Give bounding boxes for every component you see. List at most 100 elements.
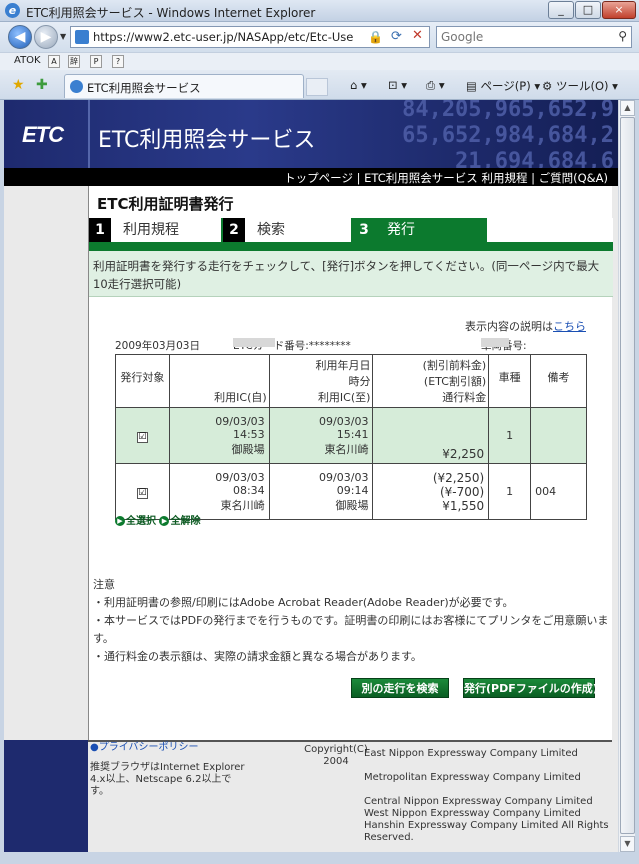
tools-menu-label: ツール(O): [555, 79, 609, 93]
vertical-scrollbar[interactable]: ▲ ▼: [618, 100, 635, 852]
page-menu-label: ページ(P): [480, 79, 531, 93]
scroll-thumb[interactable]: [620, 117, 635, 834]
cell-from-time: 08:34: [232, 483, 265, 497]
tools-menu[interactable]: ⚙ ツール(O) ▾: [542, 78, 618, 94]
favorites-star-icon[interactable]: ★: [12, 77, 25, 93]
notes-heading: 注意: [93, 578, 115, 591]
step-number: 1: [89, 218, 111, 242]
minimize-button[interactable]: _: [548, 1, 574, 19]
cell-note: [530, 407, 587, 464]
page-menu[interactable]: ▤ ページ(P) ▾: [466, 78, 540, 94]
explain-prefix: 表示内容の説明は: [465, 320, 553, 333]
cell-to: 09/03/03 09:14 御殿場: [268, 463, 374, 520]
copyright: Copyright(C) 2004: [304, 744, 368, 767]
header-date-line1: 利用年月日: [315, 359, 371, 372]
feeds-icon[interactable]: ⊡ ▾: [388, 78, 407, 92]
search-icon[interactable]: ⚲: [618, 29, 627, 43]
cell-from-date: 09/03/03: [215, 414, 265, 428]
issue-pdf-button[interactable]: 発行(PDFファイルの作成): [463, 678, 598, 698]
banner-digit-line: 21,694,684,6: [455, 149, 614, 168]
tab-etc[interactable]: ETC利用照会サービス: [64, 74, 304, 98]
row-checkbox[interactable]: ☑: [136, 431, 148, 443]
company-line: West Nippon Expressway Company Limited: [364, 808, 581, 819]
note-item: ・通行料金の表示額は、実際の請求金額と異なる場合があります。: [93, 650, 422, 663]
select-all-link[interactable]: ▶ 全選択: [115, 516, 156, 527]
deselect-all-link[interactable]: ▶ 全解除: [159, 516, 200, 527]
cell-to: 09/03/03 15:41 東名川崎: [268, 407, 374, 464]
search-input[interactable]: [437, 27, 597, 47]
search-other-button[interactable]: 別の走行を検索: [351, 678, 449, 698]
cell-fare: ¥2,250: [372, 407, 490, 464]
nav-faq[interactable]: ご質問(Q&A): [539, 171, 608, 185]
back-button[interactable]: ◀: [8, 25, 32, 49]
refresh-icon[interactable]: ⟳: [391, 29, 402, 44]
window-titlebar: e ETC利用照会サービス - Windows Internet Explore…: [0, 0, 639, 22]
close-button[interactable]: ×: [602, 1, 636, 19]
history-dropdown-icon[interactable]: ▼: [60, 32, 66, 41]
explain-line: 表示内容の説明はこちら: [465, 318, 586, 334]
table-row[interactable]: ☑ 09/03/03 14:53 御殿場 09/03/03 15:41 東名川崎…: [115, 407, 587, 464]
cell-to-ic: 東名川崎: [324, 442, 369, 456]
header-fare: (割引前料金) (ETC割引額) 通行料金: [372, 354, 490, 408]
header-type: 車種: [488, 354, 532, 408]
header-note: 備考: [530, 354, 587, 408]
issue-date: 2009年03月03日: [115, 340, 200, 352]
atok-tool-icon[interactable]: A: [48, 55, 60, 68]
step-number: 3: [353, 218, 375, 242]
banner-divider: [88, 100, 90, 168]
banner-digits: 84,205,965,652,9 65,652,984,684,2 21,694…: [402, 100, 614, 168]
cell-to-date: 09/03/03: [319, 470, 369, 484]
cell-type: 1: [488, 407, 532, 464]
atok-pad-icon[interactable]: P: [90, 55, 102, 68]
window-title: ETC利用照会サービス - Windows Internet Explorer: [26, 6, 316, 20]
company-line: Metropolitan Expressway Company Limited: [364, 772, 581, 783]
header-ic-to: 利用IC(至): [317, 391, 371, 404]
cell-from: 09/03/03 14:53 御殿場: [168, 407, 270, 464]
table-header-row: 発行対象 利用IC(自) 利用年月日 時分 利用IC(至) (割引前料金) (E…: [115, 354, 587, 408]
home-icon[interactable]: ⌂ ▾: [350, 78, 367, 92]
nav-separator: |: [356, 171, 361, 185]
add-favorite-icon[interactable]: ✚: [36, 77, 48, 93]
scroll-down-button[interactable]: ▼: [620, 836, 635, 852]
cell-fare-amount: ¥2,250: [442, 447, 485, 461]
cell-to-time: 15:41: [336, 427, 369, 441]
top-nav: トップページ | ETC利用照会サービス 利用規程 | ご質問(Q&A): [4, 168, 618, 186]
atok-dict-icon[interactable]: 辞: [68, 55, 80, 68]
masked-value: [233, 338, 275, 347]
search-box[interactable]: ⚲: [436, 26, 632, 48]
new-tab-button[interactable]: [306, 78, 328, 96]
company-line: [364, 760, 612, 772]
tab-page-icon: [70, 80, 83, 93]
note-item: ・利用証明書の参照/印刷にはAdobe Acrobat Reader(Adobe…: [93, 596, 514, 609]
cell-fare-before: (¥2,250): [432, 470, 485, 485]
stop-icon[interactable]: ✕: [412, 28, 423, 43]
lock-icon[interactable]: 🔒: [368, 30, 383, 44]
print-icon[interactable]: ⎙ ▾: [426, 78, 445, 93]
step-number: 2: [223, 218, 245, 242]
play-icon: ▶: [159, 516, 170, 526]
row-checkbox[interactable]: ☑: [136, 487, 148, 499]
atok-help-icon[interactable]: ?: [112, 55, 124, 68]
maximize-button[interactable]: □: [575, 1, 601, 19]
atok-label: ATOK: [14, 55, 41, 66]
nav-terms[interactable]: ETC利用照会サービス 利用規程: [364, 171, 527, 185]
cell-from-ic: 東名川崎: [220, 498, 265, 512]
step-search: 2 検索: [223, 218, 351, 242]
usage-table: 発行対象 利用IC(自) 利用年月日 時分 利用IC(至) (割引前料金) (E…: [115, 354, 587, 520]
play-icon: ▶: [115, 516, 125, 526]
nav-top-page[interactable]: トップページ: [284, 171, 353, 185]
tab-label: ETC利用照会サービス: [87, 81, 201, 95]
url-text[interactable]: https://www2.etc-user.jp/NASApp/etc/Etc-…: [93, 30, 353, 44]
cell-to-ic: 御殿場: [335, 498, 369, 512]
forward-button[interactable]: ▶: [34, 25, 58, 49]
note-item: ・本サービスではPDFの発行までを行うものです。証明書の印刷にはお客様にてプリン…: [93, 614, 609, 645]
header-ic-from: 利用IC(自): [168, 354, 270, 408]
etc-logo[interactable]: ETC: [22, 122, 64, 148]
url-box[interactable]: https://www2.etc-user.jp/NASApp/etc/Etc-…: [70, 26, 430, 48]
step-label: 検索: [245, 218, 351, 242]
explain-link[interactable]: こちら: [553, 320, 586, 333]
privacy-policy-link[interactable]: ●プライバシーポリシー: [90, 742, 250, 754]
scroll-up-button[interactable]: ▲: [620, 100, 635, 116]
atok-toolbar: ATOK A 辞 P ?: [0, 52, 639, 70]
header-fare-line3: 通行料金: [442, 391, 487, 404]
